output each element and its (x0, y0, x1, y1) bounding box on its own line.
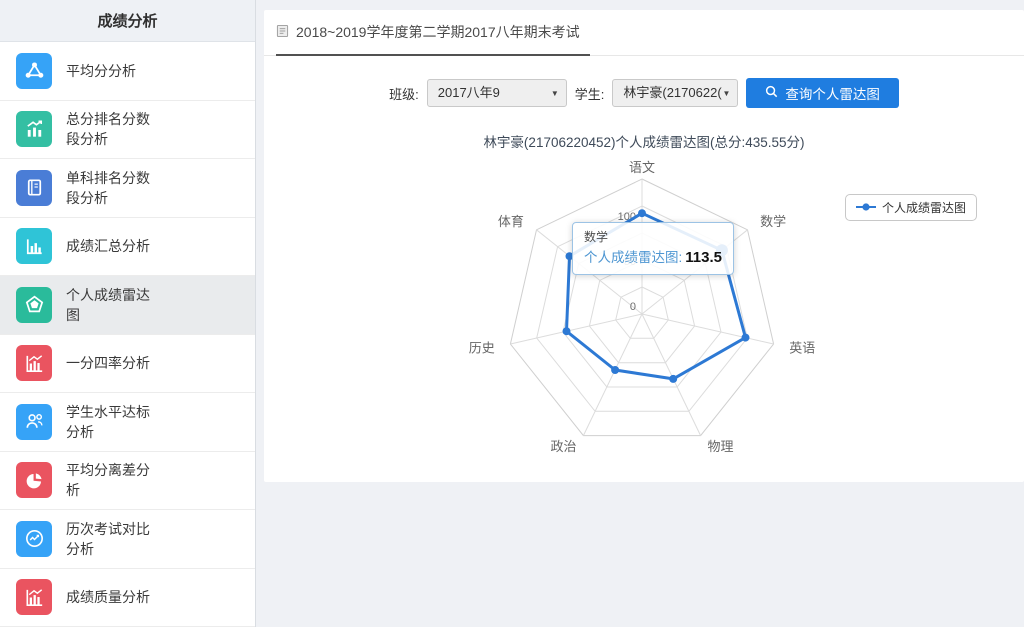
line-bar-chart-icon (16, 345, 52, 381)
sidebar-item-8[interactable]: 历次考试对比分析 (0, 510, 255, 569)
sidebar-item-label: 成绩质量分析 (66, 587, 160, 607)
legend-label: 个人成绩雷达图 (882, 199, 966, 216)
sidebar-item-label: 学生水平达标分析 (66, 402, 160, 442)
bar-chart-icon (16, 228, 52, 264)
sidebar-item-5[interactable]: 一分四率分析 (0, 335, 255, 394)
sidebar-item-label: 历次考试对比分析 (66, 519, 160, 559)
radar-data-point (638, 209, 646, 217)
sidebar-item-label: 一分四率分析 (66, 353, 160, 373)
radar-data-point (742, 334, 750, 342)
sidebar-item-6[interactable]: 学生水平达标分析 (0, 393, 255, 452)
line-dot-marker-icon (856, 201, 876, 215)
pentagon-icon (16, 287, 52, 323)
tooltip-subject: 数学 (584, 228, 722, 245)
sidebar-item-9[interactable]: 成绩质量分析 (0, 569, 255, 627)
radar-axis-label: 语文 (629, 160, 655, 175)
students-icon (16, 404, 52, 440)
sidebar-item-label: 单科排名分数段分析 (66, 168, 160, 208)
triangle-nodes-icon (16, 53, 52, 89)
tooltip-value: 113.5 (685, 249, 722, 266)
content-card: 2018~2019学年度第二学期2017八年期末考试 班级: 2017八年9 ▼… (264, 10, 1024, 482)
radar-axis-label: 历史 (469, 341, 495, 356)
sidebar-item-7[interactable]: 平均分离差分析 (0, 452, 255, 511)
pie-icon (16, 462, 52, 498)
radar-tick-label: 0 (630, 301, 636, 313)
sidebar-item-label: 平均分离差分析 (66, 460, 160, 500)
sidebar-menu: 平均分分析总分排名分数段分析单科排名分数段分析成绩汇总分析个人成绩雷达图一分四率… (0, 42, 255, 627)
radar-axis-label: 数学 (760, 214, 786, 229)
sidebar-item-label: 平均分分析 (66, 61, 160, 81)
compare-icon (16, 521, 52, 557)
tooltip-series: 个人成绩雷达图 (584, 250, 679, 265)
sidebar-item-label: 个人成绩雷达图 (66, 285, 160, 325)
sidebar: 成绩分析 平均分分析总分排名分数段分析单科排名分数段分析成绩汇总分析个人成绩雷达… (0, 0, 256, 627)
sidebar-item-3[interactable]: 成绩汇总分析 (0, 218, 255, 277)
sidebar-item-2[interactable]: 单科排名分数段分析 (0, 159, 255, 218)
radar-data-point (563, 327, 571, 335)
book-icon (16, 170, 52, 206)
sidebar-item-1[interactable]: 总分排名分数段分析 (0, 101, 255, 160)
legend-personal-radar[interactable]: 个人成绩雷达图 (845, 194, 977, 221)
radar-axis-label: 政治 (550, 439, 576, 454)
radar-axis-label: 英语 (789, 341, 815, 356)
sidebar-item-4[interactable]: 个人成绩雷达图 (0, 276, 255, 335)
chart-tooltip: 数学 个人成绩雷达图:113.5 (572, 222, 734, 275)
sidebar-title: 成绩分析 (0, 0, 255, 42)
sidebar-item-label: 成绩汇总分析 (66, 236, 160, 256)
line-bar-chart-icon (16, 579, 52, 615)
radar-data-point (669, 375, 677, 383)
radar-axis-label: 体育 (498, 214, 524, 229)
radar-axis-label: 物理 (708, 439, 734, 454)
sidebar-item-label: 总分排名分数段分析 (66, 109, 160, 149)
sidebar-item-0[interactable]: 平均分分析 (0, 42, 255, 101)
radar-data-point (611, 366, 619, 374)
bars-arrow-icon (16, 111, 52, 147)
